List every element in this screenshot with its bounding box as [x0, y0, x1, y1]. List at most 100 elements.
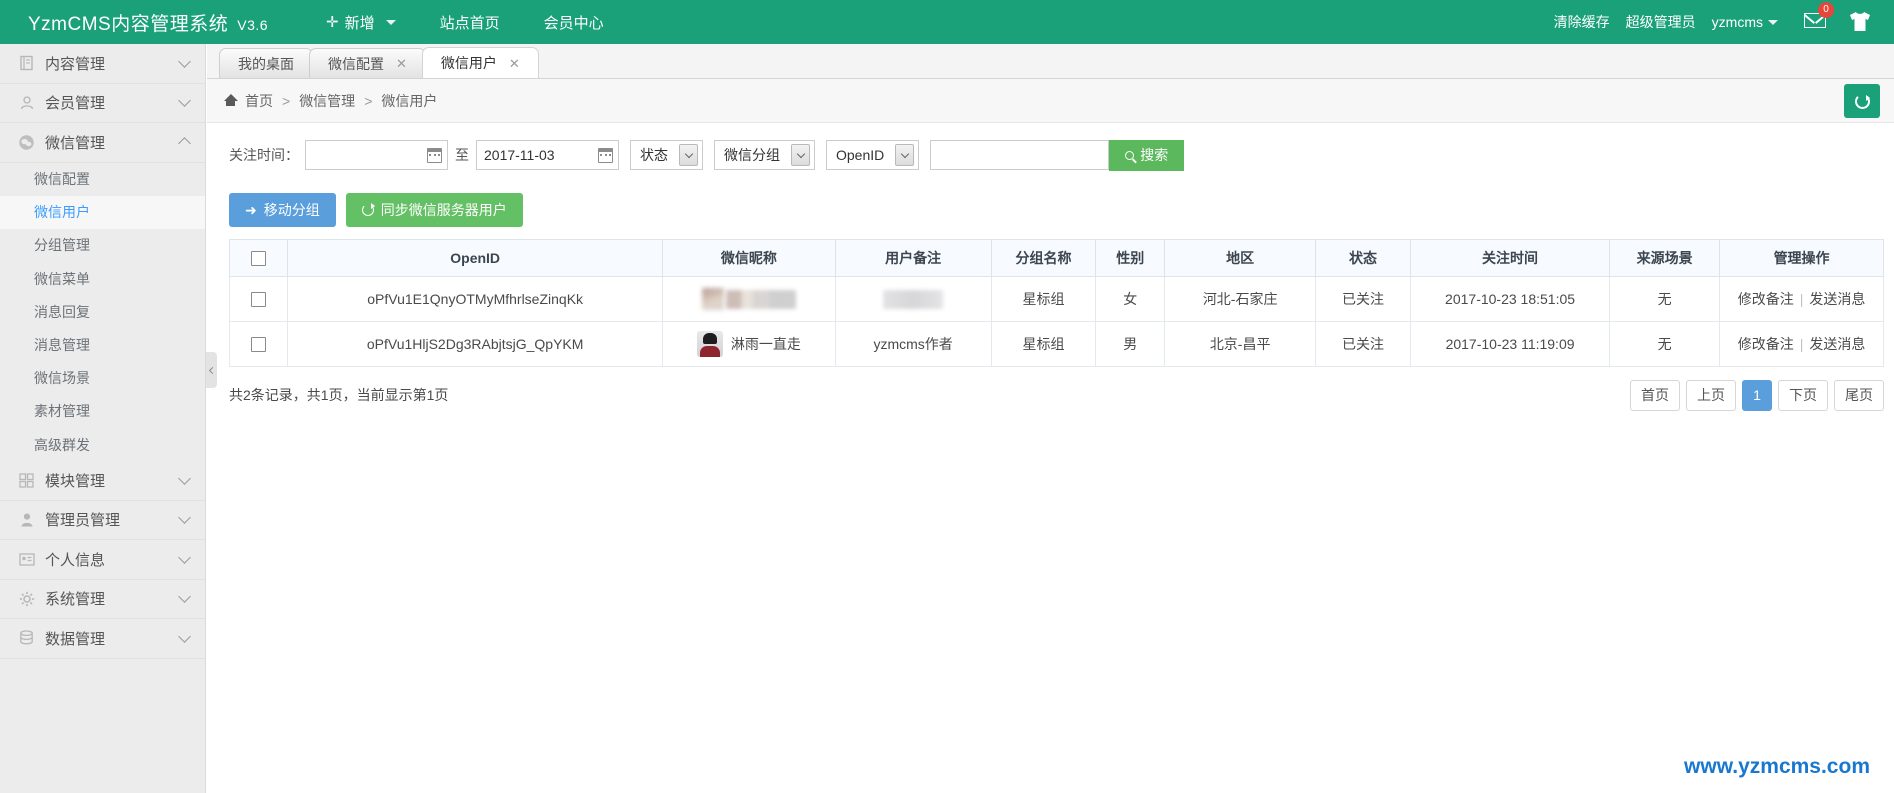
column-scene: 来源场景	[1610, 240, 1720, 277]
send-message-link[interactable]: 发送消息	[1809, 336, 1865, 352]
table-row: oPfVu1HljS2Dg3RAbjtsjG_QpYKM 淋雨一直走 yzmcm…	[230, 322, 1884, 367]
calendar-icon	[598, 148, 613, 163]
sidebar-group-wechat[interactable]: 微信管理	[0, 123, 205, 163]
column-nickname: 微信昵称	[663, 240, 835, 277]
edit-remark-link[interactable]: 修改备注	[1738, 291, 1794, 307]
close-icon[interactable]: ✕	[396, 57, 407, 70]
chevron-up-icon	[178, 137, 191, 150]
sidebar-item-wechat-menu[interactable]: 微信菜单	[0, 262, 205, 295]
sidebar-group-data[interactable]: 数据管理	[0, 619, 205, 659]
cell-remark	[835, 277, 991, 322]
cell-scene: 无	[1610, 322, 1720, 367]
sidebar-item-wechat-scene[interactable]: 微信场景	[0, 362, 205, 395]
cell-nickname	[663, 277, 835, 322]
tab-wechat-config[interactable]: 微信配置 ✕	[309, 48, 426, 78]
messages-button[interactable]: 0	[1786, 13, 1840, 31]
page-first-button[interactable]: 首页	[1630, 380, 1680, 411]
home-icon	[223, 94, 238, 107]
op-separator: |	[1800, 291, 1804, 307]
chevron-left-icon	[209, 366, 216, 373]
date-end-input[interactable]: 2017-11-03	[476, 140, 619, 170]
username-label: yzmcms	[1712, 14, 1763, 30]
tab-my-desktop[interactable]: 我的桌面	[219, 48, 313, 78]
send-message-link[interactable]: 发送消息	[1809, 291, 1865, 307]
sidebar-item-message-reply[interactable]: 消息回复	[0, 295, 205, 328]
gear-icon	[18, 590, 35, 607]
page-last-button[interactable]: 尾页	[1834, 380, 1884, 411]
breadcrumb-item-wechat[interactable]: 微信管理	[299, 91, 355, 111]
date-start-input[interactable]	[305, 140, 448, 170]
status-select[interactable]: 状态	[630, 140, 703, 170]
move-group-button[interactable]: ➜ 移动分组	[229, 193, 336, 227]
wechat-group-select[interactable]: 微信分组	[714, 140, 815, 170]
sync-wechat-users-button[interactable]: 同步微信服务器用户	[346, 193, 523, 227]
plus-icon: ✛	[326, 13, 339, 31]
table-footer: 共2条记录，共1页，当前显示第1页 首页 上页 1 下页 尾页	[229, 367, 1884, 423]
page-number-1[interactable]: 1	[1742, 380, 1772, 411]
row-checkbox[interactable]	[251, 337, 266, 352]
top-nav: ✛ 新增 站点首页 会员中心	[304, 0, 626, 44]
sidebar-item-material-manage[interactable]: 素材管理	[0, 395, 205, 428]
column-status: 状态	[1316, 240, 1411, 277]
brand-logo[interactable]: YzmCMS内容管理系统V3.6	[28, 9, 268, 36]
page-next-button[interactable]: 下页	[1778, 380, 1828, 411]
cell-status: 已关注	[1316, 322, 1411, 367]
date-range-to-label: 至	[455, 145, 469, 165]
topnav-item-site-home[interactable]: 站点首页	[418, 0, 522, 44]
avatar	[697, 331, 723, 357]
sidebar-item-group-manage[interactable]: 分组管理	[0, 229, 205, 262]
topnav-label-member-center: 会员中心	[544, 12, 604, 33]
chevron-down-icon	[178, 94, 191, 107]
sidebar-item-message-manage[interactable]: 消息管理	[0, 328, 205, 361]
sidebar-item-wechat-users[interactable]: 微信用户	[0, 196, 205, 229]
close-icon[interactable]: ✕	[509, 57, 520, 70]
sidebar-group-module[interactable]: 模块管理	[0, 461, 205, 501]
select-all-header	[230, 240, 288, 277]
column-remark: 用户备注	[835, 240, 991, 277]
search-button[interactable]: 搜索	[1109, 140, 1184, 171]
tab-label: 我的桌面	[238, 54, 294, 74]
chevron-down-icon	[895, 144, 914, 166]
status-select-value: 状态	[640, 145, 668, 165]
action-button-bar: ➜ 移动分组 同步微信服务器用户	[223, 187, 1878, 239]
cell-openid: oPfVu1E1QnyOTMyMfhrlseZinqKk	[288, 277, 663, 322]
topnav-item-member-center[interactable]: 会员中心	[522, 0, 626, 44]
cell-group: 星标组	[991, 322, 1096, 367]
tshirt-icon[interactable]	[1848, 11, 1872, 33]
search-field-select[interactable]: OpenID	[826, 140, 919, 170]
chevron-down-icon	[178, 512, 191, 525]
topnav-item-add[interactable]: ✛ 新增	[304, 0, 418, 44]
row-checkbox[interactable]	[251, 292, 266, 307]
nickname-text: 淋雨一直走	[731, 334, 801, 354]
select-all-checkbox[interactable]	[251, 251, 266, 266]
page-prev-button[interactable]: 上页	[1686, 380, 1736, 411]
chevron-down-icon	[178, 630, 191, 643]
table-header-row: OpenID 微信昵称 用户备注 分组名称 性别 地区 状态 关注时间 来源场景…	[230, 240, 1884, 277]
column-operations: 管理操作	[1720, 240, 1884, 277]
breadcrumb-item-home[interactable]: 首页	[245, 91, 273, 111]
column-gender: 性别	[1096, 240, 1165, 277]
tab-label: 微信配置	[328, 54, 384, 74]
pagination: 首页 上页 1 下页 尾页	[1630, 380, 1884, 411]
search-keyword-input[interactable]	[930, 140, 1109, 170]
record-summary: 共2条记录，共1页，当前显示第1页	[229, 385, 448, 405]
sidebar-item-mass-send[interactable]: 高级群发	[0, 428, 205, 461]
username-menu[interactable]: yzmcms	[1704, 14, 1786, 30]
wechat-group-select-value: 微信分组	[724, 145, 780, 165]
search-icon	[1125, 151, 1134, 160]
clear-cache-link[interactable]: 清除缓存	[1546, 12, 1618, 32]
refresh-button[interactable]	[1844, 84, 1880, 118]
sidebar-group-system[interactable]: 系统管理	[0, 580, 205, 620]
table-row: oPfVu1E1QnyOTMyMfhrlseZinqKk 星标组 女	[230, 277, 1884, 322]
remark-redacted	[883, 290, 943, 309]
sidebar-group-admin[interactable]: 管理员管理	[0, 501, 205, 541]
sidebar-group-content[interactable]: 内容管理	[0, 44, 205, 84]
sidebar-group-label: 会员管理	[45, 92, 180, 113]
tab-wechat-users[interactable]: 微信用户 ✕	[422, 47, 539, 78]
sidebar-collapse-handle[interactable]	[206, 352, 217, 388]
follow-time-label: 关注时间：	[229, 145, 299, 165]
sidebar-group-profile[interactable]: 个人信息	[0, 540, 205, 580]
sidebar-group-member[interactable]: 会员管理	[0, 84, 205, 124]
sidebar-item-wechat-config[interactable]: 微信配置	[0, 163, 205, 196]
edit-remark-link[interactable]: 修改备注	[1738, 336, 1794, 352]
